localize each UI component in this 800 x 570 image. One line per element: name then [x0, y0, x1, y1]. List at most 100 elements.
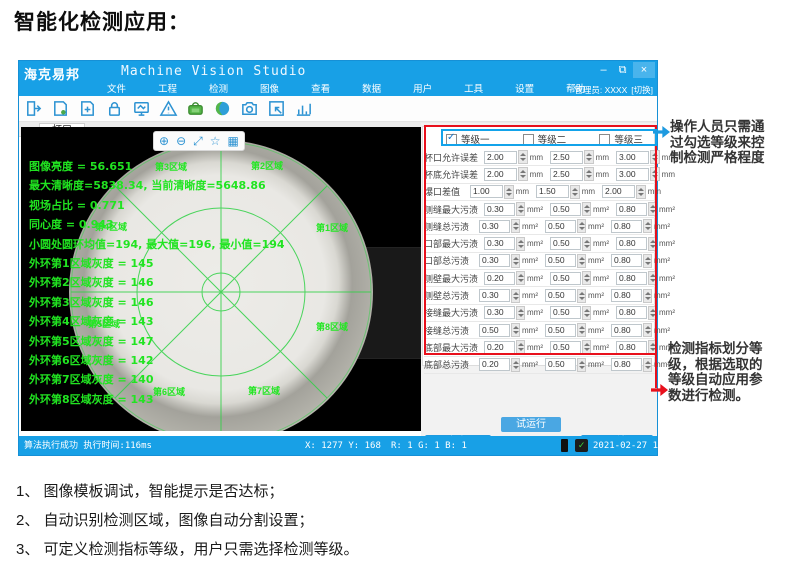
level1-value-input[interactable]: 1.00 [470, 185, 503, 198]
level3-value-input[interactable]: 0.80 [611, 289, 642, 302]
window-titlebar[interactable]: 海克易邦 Machine Vision Studio – ⧉ × [19, 61, 657, 83]
menu-item[interactable]: 图像 [244, 83, 295, 97]
spinner-icon[interactable] [511, 219, 520, 233]
level1-value-input[interactable]: 0.30 [479, 254, 510, 267]
spinner-icon[interactable] [643, 289, 652, 303]
spinner-icon[interactable] [577, 254, 586, 268]
level2-value-input[interactable]: 0.50 [550, 272, 581, 285]
level-option[interactable]: 等级二 [523, 131, 578, 147]
menu-item[interactable]: 数据 [346, 83, 397, 97]
level2-value-input[interactable]: 1.50 [536, 185, 569, 198]
spinner-icon[interactable] [577, 289, 586, 303]
level-checkbox[interactable] [523, 134, 534, 145]
spinner-icon[interactable] [504, 185, 514, 199]
spinner-icon[interactable] [582, 202, 591, 216]
sphere-icon[interactable] [212, 99, 232, 119]
level3-value-input[interactable]: 0.80 [616, 306, 647, 319]
spinner-icon[interactable] [636, 185, 646, 199]
level-checkbox[interactable] [446, 134, 457, 145]
spinner-icon[interactable] [511, 289, 520, 303]
switch-user-link[interactable]: [切换] [631, 84, 653, 96]
spinner-icon[interactable] [516, 202, 525, 216]
level2-value-input[interactable]: 0.50 [550, 237, 581, 250]
menu-item[interactable]: 工程 [142, 83, 193, 97]
spinner-icon[interactable] [650, 150, 660, 164]
level1-value-input[interactable]: 2.00 [484, 168, 517, 181]
spinner-icon[interactable] [518, 167, 528, 181]
level1-value-input[interactable]: 0.30 [484, 237, 515, 250]
level1-value-input[interactable]: 0.50 [479, 324, 510, 337]
level1-value-input[interactable]: 0.30 [484, 306, 515, 319]
spinner-icon[interactable] [511, 323, 520, 337]
spinner-icon[interactable] [518, 150, 528, 164]
level1-value-input[interactable]: 0.30 [479, 220, 510, 233]
spinner-icon[interactable] [648, 237, 657, 251]
menu-item[interactable]: 设置 [499, 83, 550, 97]
level2-value-input[interactable]: 2.50 [550, 151, 583, 164]
spinner-icon[interactable] [584, 167, 594, 181]
exit-icon[interactable] [23, 99, 43, 119]
level-option[interactable]: 等级三 [599, 131, 654, 147]
level1-value-input[interactable]: 0.20 [479, 358, 510, 371]
level2-value-input[interactable]: 2.50 [550, 168, 583, 181]
minimize-icon[interactable]: – [595, 62, 612, 78]
spinner-icon[interactable] [582, 306, 591, 320]
level3-value-input[interactable]: 0.80 [616, 203, 647, 216]
spinner-icon[interactable] [582, 340, 591, 354]
spinner-icon[interactable] [582, 271, 591, 285]
restore-icon[interactable]: ⧉ [614, 62, 631, 78]
level3-value-input[interactable]: 0.80 [611, 254, 642, 267]
camera-bag-icon[interactable] [185, 99, 205, 119]
spinner-icon[interactable] [516, 271, 525, 285]
zoom-out-icon[interactable]: ⊖ [176, 133, 186, 149]
spinner-icon[interactable] [577, 358, 586, 372]
spinner-icon[interactable] [648, 306, 657, 320]
warning-icon[interactable] [158, 99, 178, 119]
favorite-icon[interactable]: ☆ [210, 133, 221, 149]
camera-icon[interactable] [239, 99, 259, 119]
menu-item[interactable]: 查看 [295, 83, 346, 97]
zoom-in-icon[interactable]: ⊕ [159, 133, 169, 149]
monitor-icon[interactable] [131, 99, 151, 119]
report-icon[interactable] [50, 99, 70, 119]
spinner-icon[interactable] [584, 150, 594, 164]
document-icon[interactable] [77, 99, 97, 119]
spinner-icon[interactable] [643, 358, 652, 372]
spinner-icon[interactable] [643, 219, 652, 233]
close-icon[interactable]: × [633, 62, 655, 78]
spinner-icon[interactable] [648, 202, 657, 216]
spinner-icon[interactable] [577, 323, 586, 337]
spinner-icon[interactable] [650, 167, 660, 181]
level2-value-input[interactable]: 0.50 [545, 254, 576, 267]
menu-item[interactable]: 检测 [193, 83, 244, 97]
spinner-icon[interactable] [516, 340, 525, 354]
spinner-icon[interactable] [643, 323, 652, 337]
trial-run-button[interactable]: 试运行 [501, 417, 561, 432]
level2-value-input[interactable]: 0.50 [545, 220, 576, 233]
level1-value-input[interactable]: 0.20 [484, 341, 515, 354]
level2-value-input[interactable]: 0.50 [550, 341, 581, 354]
menu-item[interactable]: 用户 [397, 83, 448, 97]
lock-icon[interactable] [104, 99, 124, 119]
level3-value-input[interactable]: 0.80 [616, 237, 647, 250]
level2-value-input[interactable]: 0.50 [550, 203, 581, 216]
level2-value-input[interactable]: 0.50 [545, 289, 576, 302]
level3-value-input[interactable]: 3.00 [616, 151, 649, 164]
fit-view-icon[interactable]: ⤢ [193, 133, 203, 149]
level3-value-input[interactable]: 0.80 [611, 358, 642, 371]
level3-value-input[interactable]: 0.80 [616, 272, 647, 285]
spinner-icon[interactable] [582, 237, 591, 251]
spinner-icon[interactable] [511, 358, 520, 372]
level2-value-input[interactable]: 0.50 [545, 324, 576, 337]
spinner-icon[interactable] [516, 306, 525, 320]
capture-icon[interactable] [266, 99, 286, 119]
level3-value-input[interactable]: 0.80 [611, 220, 642, 233]
level3-value-input[interactable]: 3.00 [616, 168, 649, 181]
level-checkbox[interactable] [599, 134, 610, 145]
spinner-icon[interactable] [648, 271, 657, 285]
level1-value-input[interactable]: 2.00 [484, 151, 517, 164]
spinner-icon[interactable] [643, 254, 652, 268]
level3-value-input[interactable]: 2.00 [602, 185, 635, 198]
level-option[interactable]: 等级一 [446, 131, 501, 147]
level1-value-input[interactable]: 0.20 [484, 272, 515, 285]
